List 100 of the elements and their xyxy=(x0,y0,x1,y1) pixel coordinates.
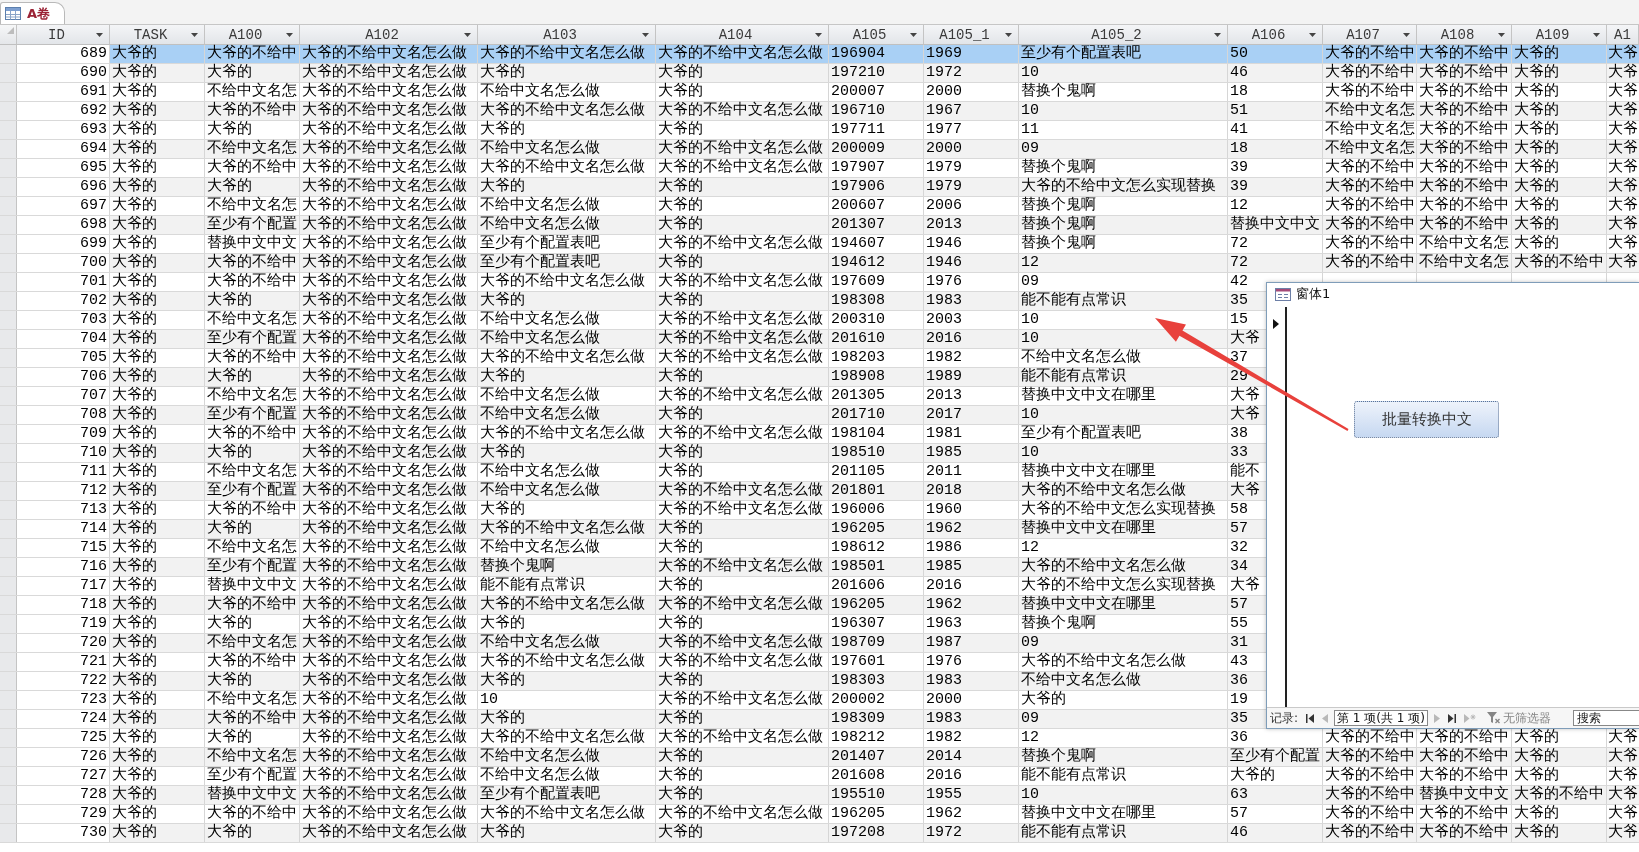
row-selector[interactable] xyxy=(0,748,17,766)
table-cell: 201608 xyxy=(829,767,924,785)
table-cell: 大爷的 xyxy=(656,577,829,595)
table-cell: 720 xyxy=(17,634,110,652)
row-selector[interactable] xyxy=(0,729,17,747)
row-selector[interactable] xyxy=(0,786,17,804)
table-cell: 替换个鬼啊 xyxy=(1019,615,1228,633)
row-selector[interactable] xyxy=(0,216,17,234)
column-header[interactable]: TASK xyxy=(110,25,205,45)
row-selector[interactable] xyxy=(0,102,17,120)
row-selector[interactable] xyxy=(0,710,17,728)
row-selector[interactable] xyxy=(0,615,17,633)
row-selector[interactable] xyxy=(0,159,17,177)
table-cell: 大爷的不给中 xyxy=(1323,805,1417,823)
row-selector[interactable] xyxy=(0,197,17,215)
table-cell: 197210 xyxy=(829,64,924,82)
row-selector[interactable] xyxy=(0,387,17,405)
column-header[interactable]: A105 xyxy=(829,25,924,45)
row-selector[interactable] xyxy=(0,330,17,348)
table-cell: 大爷的不给中 xyxy=(1417,178,1512,196)
column-header[interactable]: A100 xyxy=(205,25,300,45)
search-field[interactable]: 搜索 xyxy=(1573,710,1639,726)
row-selector[interactable] xyxy=(0,634,17,652)
row-selector[interactable] xyxy=(0,368,17,386)
table-cell: 大爷的 xyxy=(110,539,205,557)
column-header[interactable]: A104 xyxy=(656,25,829,45)
table-cell: 200002 xyxy=(829,691,924,709)
column-header[interactable]: A109 xyxy=(1512,25,1607,45)
row-selector[interactable] xyxy=(0,83,17,101)
row-selector[interactable] xyxy=(0,311,17,329)
column-header[interactable]: A105_1 xyxy=(924,25,1019,45)
table-cell: 大爷的不给中文名怎么做 xyxy=(656,349,829,367)
table-cell: 大爷的不给中 xyxy=(205,349,300,367)
table-cell: 大爷的 xyxy=(656,786,829,804)
record-number-field[interactable]: 第 1 项(共 1 项) xyxy=(1334,710,1428,726)
table-cell: 大爷的不给中文名怎么做 xyxy=(300,178,478,196)
column-header[interactable]: A1 xyxy=(1607,25,1639,45)
row-selector[interactable] xyxy=(0,805,17,823)
row-selector[interactable] xyxy=(0,539,17,557)
table-cell: 大爷的不给中 xyxy=(1323,824,1417,842)
row-selector[interactable] xyxy=(0,672,17,690)
row-selector[interactable] xyxy=(0,501,17,519)
row-selector[interactable] xyxy=(0,64,17,82)
table-cell: 大爷的 xyxy=(1512,159,1607,177)
column-header[interactable]: A108 xyxy=(1417,25,1512,45)
table-cell: 大爷的不给中文名怎么做 xyxy=(300,463,478,481)
last-record-button[interactable] xyxy=(1445,711,1458,725)
row-selector[interactable] xyxy=(0,45,17,63)
row-selector[interactable] xyxy=(0,273,17,291)
row-selector[interactable] xyxy=(0,178,17,196)
table-cell: 1972 xyxy=(924,64,1019,82)
row-selector[interactable] xyxy=(0,406,17,424)
column-header[interactable]: A107 xyxy=(1323,25,1417,45)
table-cell: 大爷的不给中 xyxy=(205,45,300,63)
table-cell: 大爷的不给中文名怎么做 xyxy=(300,140,478,158)
row-selector[interactable] xyxy=(0,121,17,139)
row-selector[interactable] xyxy=(0,653,17,671)
table-cell: 1987 xyxy=(924,634,1019,652)
row-selector[interactable] xyxy=(0,482,17,500)
table-cell: 714 xyxy=(17,520,110,538)
table-cell: 大爷的 xyxy=(656,520,829,538)
column-header[interactable]: A102 xyxy=(300,25,478,45)
table-cell: 大爷的不给中 xyxy=(205,273,300,291)
table-cell: 大爷的 xyxy=(205,729,300,747)
row-selector[interactable] xyxy=(0,558,17,576)
column-header[interactable]: ID xyxy=(17,25,110,45)
table-cell: 大爷的不给中 xyxy=(1323,45,1417,63)
document-tab[interactable]: A卷 xyxy=(0,2,66,24)
row-selector[interactable] xyxy=(0,140,17,158)
row-selector[interactable] xyxy=(0,349,17,367)
table-cell: 不给中文名怎 xyxy=(205,197,300,215)
column-header[interactable]: A106 xyxy=(1228,25,1323,45)
row-selector[interactable] xyxy=(0,691,17,709)
table-cell: 710 xyxy=(17,444,110,462)
column-header[interactable]: A105_2 xyxy=(1019,25,1228,45)
row-selector[interactable] xyxy=(0,425,17,443)
row-selector[interactable] xyxy=(0,824,17,842)
row-selector[interactable] xyxy=(0,577,17,595)
table-cell: 不给中文名怎 xyxy=(205,539,300,557)
table-cell: 51 xyxy=(1228,102,1323,120)
first-record-button[interactable] xyxy=(1304,711,1317,725)
row-selector[interactable] xyxy=(0,520,17,538)
table-cell: 至少有个配置表吧 xyxy=(1019,425,1228,443)
table-cell: 大爷的 xyxy=(110,64,205,82)
table-cell: 大爷的不给中文名怎么做 xyxy=(300,596,478,614)
caret-icon xyxy=(1403,32,1410,37)
select-all-button[interactable] xyxy=(0,25,17,45)
table-cell: 198303 xyxy=(829,672,924,690)
row-selector[interactable] xyxy=(0,767,17,785)
row-selector[interactable] xyxy=(0,463,17,481)
table-cell: 不给中文名怎 xyxy=(1323,102,1417,120)
row-selector[interactable] xyxy=(0,235,17,253)
table-cell: 大爷的不给中文名怎么做 xyxy=(656,330,829,348)
row-selector[interactable] xyxy=(0,254,17,272)
row-selector[interactable] xyxy=(0,444,17,462)
row-selector[interactable] xyxy=(0,596,17,614)
column-header[interactable]: A103 xyxy=(478,25,656,45)
row-selector[interactable] xyxy=(0,292,17,310)
table-cell: 大爷的不给中文名怎么做 xyxy=(300,216,478,234)
convert-button[interactable]: 批量转换中文 xyxy=(1354,401,1499,438)
